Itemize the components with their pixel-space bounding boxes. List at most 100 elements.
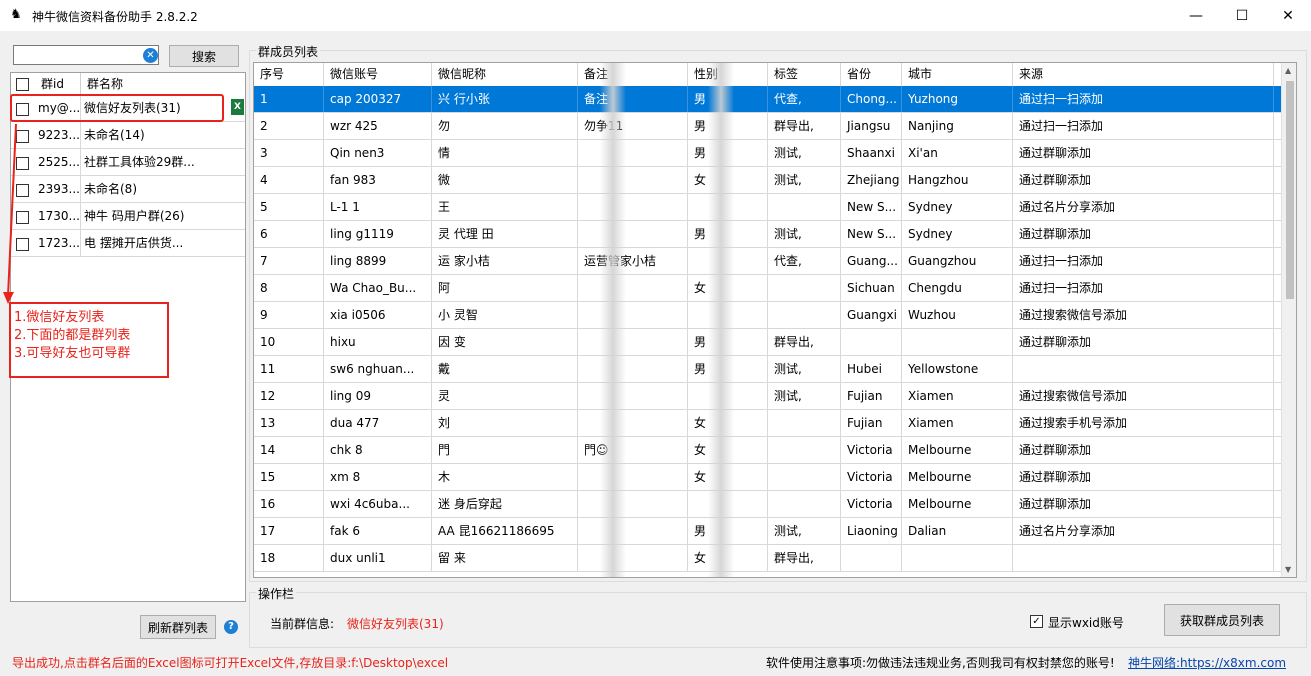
search-button[interactable]: 搜索 (169, 45, 239, 67)
maximize-button[interactable]: ☐ (1219, 0, 1265, 31)
member-row[interactable]: 5 L-1 1 王 New S... Sydney 通过名片分享添加 (254, 194, 1281, 221)
website-link[interactable]: 神牛网络:https://x8xm.com (1128, 654, 1286, 671)
member-cell (841, 329, 902, 355)
member-cell: 阿 (432, 275, 578, 301)
group-row[interactable]: 1730... 神牛 码用户群(26) (11, 203, 245, 230)
group-id: 2393... (35, 176, 81, 202)
member-cell: 测试, (768, 167, 841, 193)
members-header: 序号 微信账号 微信昵称 备注 性别 标签 省份 城市 来源 (254, 63, 1281, 87)
member-cell (688, 491, 768, 517)
column-header[interactable]: 城市 (902, 63, 1013, 86)
clear-icon[interactable]: ✕ (143, 48, 158, 63)
member-cell (578, 140, 688, 166)
member-row[interactable]: 9 xia i0506 小 灵智 Guangxi Wuzhou 通过搜索微信号添加 (254, 302, 1281, 329)
member-row[interactable]: 14 chk 8 門門☺ 女 Victoria Melbourne 通过群聊添加 (254, 437, 1281, 464)
member-cell: Wuzhou (902, 302, 1013, 328)
refresh-groups-button[interactable]: 刷新群列表 (140, 615, 216, 639)
current-group-value: 微信好友列表(31) (347, 617, 444, 631)
member-row[interactable]: 8 Wa Chao_Bu... 阿 女 Sichuan Chengdu 通过扫一扫添加 (254, 275, 1281, 302)
group-row[interactable]: 2525... 社群工具体验29群... (11, 149, 245, 176)
group-name: 电 摆摊开店供货... (84, 236, 184, 250)
member-cell: 群导出, (768, 113, 841, 139)
show-wxid-checkbox[interactable]: ✓ (1030, 615, 1043, 628)
member-row[interactable]: 4 fan 983 微 女测试, Zhejiang Hangzhou 通过群聊添加 (254, 167, 1281, 194)
member-cell: 門 (432, 437, 578, 463)
member-cell: 女 (688, 437, 768, 463)
scroll-up-icon[interactable]: ▲ (1285, 66, 1291, 75)
member-cell: New S... (841, 194, 902, 220)
member-row[interactable]: 2 wzr 425 勿勿争11 男群导出, Jiangsu Nanjing 通过扫一扫添加 (254, 113, 1281, 140)
member-cell: Melbourne (902, 437, 1013, 463)
member-cell: 13 (254, 410, 324, 436)
annotation-arrow (3, 123, 17, 304)
member-cell: Fujian (841, 410, 902, 436)
member-row[interactable]: 18 dux unli1 留 来 女群导出, (254, 545, 1281, 572)
member-row[interactable]: 11 sw6 nghuan... 戴 男测试, Hubei Yellowstone (254, 356, 1281, 383)
group-row[interactable]: 2393... 未命名(8) (11, 176, 245, 203)
member-cell (902, 545, 1013, 571)
column-header[interactable]: 备注 (578, 63, 688, 86)
member-cell: 测试, (768, 140, 841, 166)
scroll-thumb[interactable] (1286, 81, 1294, 299)
help-icon[interactable]: ? (224, 620, 238, 634)
fetch-members-button[interactable]: 获取群成员列表 (1164, 604, 1280, 636)
member-cell: 通过扫一扫添加 (1013, 248, 1274, 274)
member-row[interactable]: 15 xm 8 木 女 Victoria Melbourne 通过群聊添加 (254, 464, 1281, 491)
column-header[interactable]: 标签 (768, 63, 841, 86)
member-cell: 14 (254, 437, 324, 463)
member-cell: 刘 (432, 410, 578, 436)
column-header[interactable]: 微信账号 (324, 63, 432, 86)
group-id: 2525... (35, 149, 81, 175)
member-row[interactable]: 16 wxi 4c6uba... 迷 身后穿起 Victoria Melbourne 通过… (254, 491, 1281, 518)
members-section-label: 群成员列表 (256, 43, 321, 60)
select-all-checkbox[interactable] (16, 78, 29, 91)
group-search-input[interactable] (13, 45, 159, 65)
member-cell: Liaoning (841, 518, 902, 544)
vertical-scrollbar[interactable]: ▲ ▼ (1281, 63, 1296, 577)
member-cell: 勿争11 (578, 113, 688, 139)
member-cell: 勿 (432, 113, 578, 139)
column-header[interactable]: 微信昵称 (432, 63, 578, 86)
member-cell: 测试, (768, 518, 841, 544)
column-header[interactable]: 性别 (688, 63, 768, 86)
member-row[interactable]: 17 fak 6 AA 昆16621186695 男测试, Liaoning Dalian… (254, 518, 1281, 545)
column-header[interactable]: 序号 (254, 63, 324, 86)
close-button[interactable]: ✕ (1265, 0, 1311, 31)
scroll-down-icon[interactable]: ▼ (1285, 565, 1291, 574)
member-cell: 群导出, (768, 329, 841, 355)
member-cell (1013, 545, 1274, 571)
member-row[interactable]: 3 Qin nen3 情 男测试, Shaanxi Xi'an 通过群聊添加 (254, 140, 1281, 167)
header-group-name[interactable]: 群名称 (81, 73, 245, 95)
member-row[interactable]: 6 ling g1119 灵 代理 田 男测试, New S... Sydney 通过群聊添… (254, 221, 1281, 248)
member-cell: Shaanxi (841, 140, 902, 166)
member-cell: Melbourne (902, 464, 1013, 490)
member-cell: Guangxi (841, 302, 902, 328)
group-row[interactable]: 9223... 未命名(14) (11, 122, 245, 149)
minimize-button[interactable]: — (1173, 0, 1219, 31)
members-table: 序号 微信账号 微信昵称 备注 性别 标签 省份 城市 来源 1 cap 200327 兴 行小张备… (253, 62, 1297, 578)
group-id: 9223... (35, 122, 81, 148)
group-name: 未命名(14) (84, 128, 145, 142)
header-group-id[interactable]: 群id (35, 73, 81, 95)
member-cell: Sydney (902, 194, 1013, 220)
excel-icon[interactable]: X (231, 99, 244, 115)
member-cell: 通过群聊添加 (1013, 437, 1274, 463)
member-cell: ling 09 (324, 383, 432, 409)
member-cell: 5 (254, 194, 324, 220)
member-row[interactable]: 12 ling 09 灵 测试, Fujian Xiamen 通过搜索微信号添加 (254, 383, 1281, 410)
member-row[interactable]: 13 dua 477 刘 女 Fujian Xiamen 通过搜索手机号添加 (254, 410, 1281, 437)
member-row[interactable]: 1 cap 200327 兴 行小张 备注男代查, Chong... Yuzhong 通过扫… (254, 86, 1281, 113)
member-cell: 测试, (768, 356, 841, 382)
member-cell: 戴 (432, 356, 578, 382)
member-cell: 9 (254, 302, 324, 328)
member-row[interactable]: 7 ling 8899 运 家小桔 运营管家小桔 代查, Guang... Guangzho… (254, 248, 1281, 275)
member-cell: 通过扫一扫添加 (1013, 275, 1274, 301)
member-cell: 灵 (432, 383, 578, 409)
member-cell: 通过搜索微信号添加 (1013, 383, 1274, 409)
member-row[interactable]: 10 hixu 因 变 男群导出, 通过群聊添加 (254, 329, 1281, 356)
column-header[interactable]: 省份 (841, 63, 902, 86)
member-cell: Dalian (902, 518, 1013, 544)
group-row[interactable]: 1723... 电 摆摊开店供货... (11, 230, 245, 257)
member-cell: 4 (254, 167, 324, 193)
column-header[interactable]: 来源 (1013, 63, 1274, 86)
